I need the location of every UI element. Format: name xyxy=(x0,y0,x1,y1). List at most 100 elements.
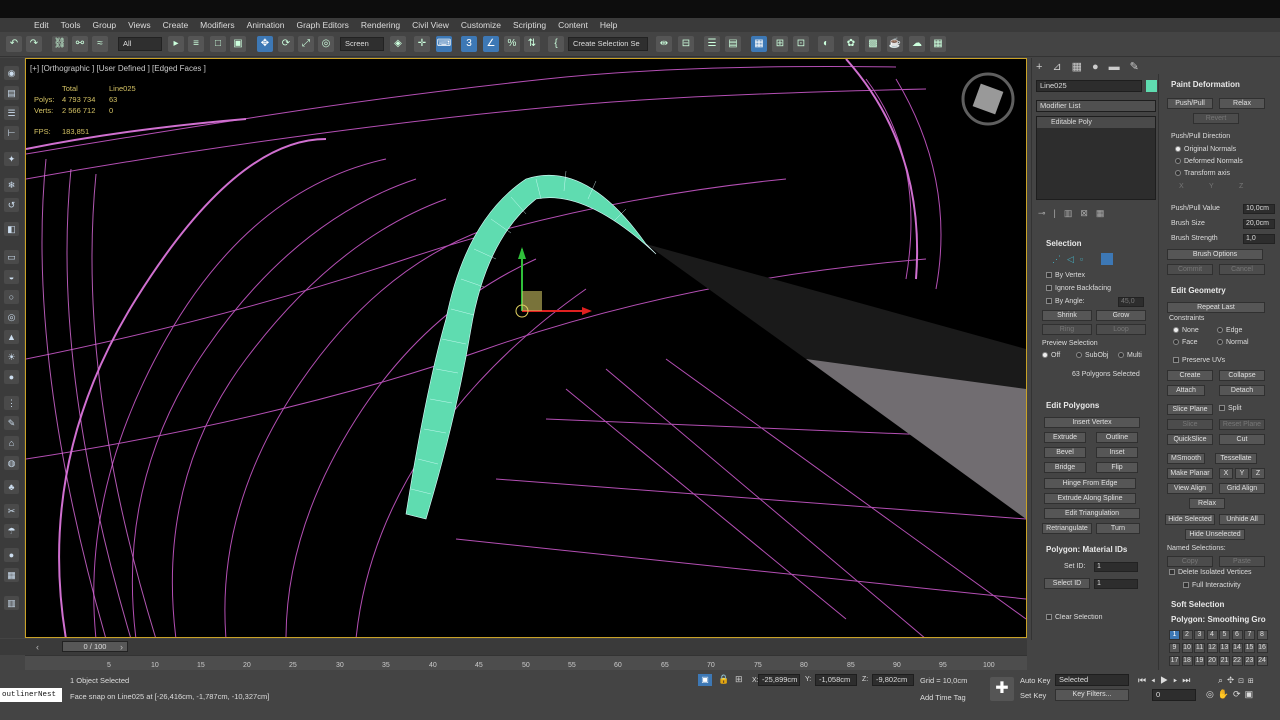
loop-button[interactable]: Loop xyxy=(1096,324,1146,335)
mirror-icon[interactable]: ⇹ xyxy=(656,36,672,52)
playback-controls[interactable]: ⏮◂▶▸⏭ xyxy=(1138,675,1195,686)
smoothing-group-button[interactable]: 12 xyxy=(1206,643,1218,653)
constraint-face-radio[interactable]: Face xyxy=(1173,339,1198,346)
constraint-edge-radio[interactable]: Edge xyxy=(1217,327,1242,334)
stack-tools[interactable]: ⊸|▥⊠▦ xyxy=(1038,208,1112,219)
tree-icon[interactable]: ♣ xyxy=(4,480,19,494)
smoothing-group-button[interactable]: 15 xyxy=(1244,643,1255,653)
key-mode-dropdown[interactable]: Selected xyxy=(1055,674,1129,686)
turn-button[interactable]: Turn xyxy=(1096,523,1140,534)
teapot-icon[interactable]: ● xyxy=(4,370,19,384)
selection-rollout-title[interactable]: Selection xyxy=(1046,239,1082,248)
original-normals-radio[interactable]: Original Normals xyxy=(1175,146,1236,153)
material-editor-icon[interactable]: ◐ xyxy=(818,36,834,52)
window-crossing-icon[interactable]: ▣ xyxy=(230,36,246,52)
rendered-frame-icon[interactable]: ▩ xyxy=(865,36,881,52)
select-manipulate-icon[interactable]: ✛ xyxy=(414,36,430,52)
paint-icon[interactable]: ✎ xyxy=(4,416,19,430)
y-coord-field[interactable]: -1,058cm xyxy=(815,674,857,686)
preview-multi-radio[interactable]: Multi xyxy=(1118,352,1142,359)
keyboard-shortcut-override-icon[interactable]: ⌨ xyxy=(436,36,452,52)
split-check[interactable]: Split xyxy=(1219,405,1242,412)
deformed-normals-radio[interactable]: Deformed Normals xyxy=(1175,158,1243,165)
named-selection-dropdown[interactable]: Create Selection Se xyxy=(568,37,648,51)
menu-content[interactable]: Content xyxy=(558,20,588,30)
smoothing-group-button[interactable]: 24 xyxy=(1256,656,1268,666)
clear-selection-check[interactable]: Clear Selection xyxy=(1046,614,1102,621)
hair-icon[interactable]: ✂ xyxy=(4,504,19,518)
smoothing-group-button[interactable]: 20 xyxy=(1206,656,1218,666)
modifier-stack[interactable]: Editable Poly xyxy=(1036,116,1156,200)
by-vertex-check[interactable]: By Vertex xyxy=(1046,272,1085,279)
hide-selected-button[interactable]: Hide Selected xyxy=(1165,514,1215,525)
paste-button[interactable]: Paste xyxy=(1219,556,1265,567)
slice-plane-button[interactable]: Slice Plane xyxy=(1167,404,1213,415)
smoothing-group-button[interactable]: 4 xyxy=(1206,630,1218,640)
menu-group[interactable]: Group xyxy=(93,20,117,30)
relax-button[interactable]: Relax xyxy=(1219,98,1265,109)
smoothing-group-button[interactable]: 8 xyxy=(1256,630,1268,640)
set-id-spinner[interactable]: 1 xyxy=(1094,562,1138,572)
smoothing-group-button[interactable]: 14 xyxy=(1231,643,1243,653)
container-icon[interactable]: ◧ xyxy=(4,222,19,236)
edit-named-sel-icon[interactable]: { xyxy=(548,36,564,52)
redo-icon[interactable]: ↷ xyxy=(26,36,42,52)
smoothing-group-button[interactable]: 2 xyxy=(1181,630,1193,640)
select-object-icon[interactable]: ▸ xyxy=(168,36,184,52)
constraint-none-radio[interactable]: None xyxy=(1173,327,1199,334)
menu-views[interactable]: Views xyxy=(128,20,151,30)
constraint-normal-radio[interactable]: Normal xyxy=(1217,339,1249,346)
relax-geo-button[interactable]: Relax xyxy=(1189,498,1225,509)
axis-x-radio[interactable]: X xyxy=(1179,183,1184,190)
key-filters-button[interactable]: Key Filters... xyxy=(1055,689,1129,701)
freeze-icon[interactable]: ❄ xyxy=(4,178,19,192)
menu-create[interactable]: Create xyxy=(163,20,189,30)
smoothing-group-button[interactable]: 10 xyxy=(1181,643,1193,653)
smoothing-group-button[interactable]: 18 xyxy=(1181,656,1193,666)
x-coord-field[interactable]: -25,899cm xyxy=(758,674,800,686)
percent-snap-icon[interactable]: % xyxy=(504,36,520,52)
link-icon[interactable]: ⛓ xyxy=(52,36,68,52)
smoothing-group-button[interactable]: 3 xyxy=(1194,630,1205,640)
calculator-icon[interactable]: ▦ xyxy=(4,568,19,582)
panel-icon[interactable]: ▥ xyxy=(4,596,19,610)
extrude-button[interactable]: Extrude xyxy=(1044,432,1086,443)
snap-toggle-icon[interactable]: 3 xyxy=(461,36,477,52)
menu-tools[interactable]: Tools xyxy=(61,20,81,30)
menu-civil-view[interactable]: Civil View xyxy=(412,20,449,30)
schematic-view-icon[interactable]: ⊡ xyxy=(793,36,809,52)
cloth-icon[interactable]: ☂ xyxy=(4,524,19,538)
time-slider-track[interactable] xyxy=(0,639,1027,655)
ring-button[interactable]: Ring xyxy=(1042,324,1092,335)
rotate-icon[interactable]: ⟳ xyxy=(278,36,294,52)
scene-explorer-icon[interactable]: ☰ xyxy=(704,36,720,52)
mesh-icon[interactable]: ⌂ xyxy=(4,436,19,450)
retriangulate-button[interactable]: Retriangulate xyxy=(1042,523,1092,534)
smoothing-group-button[interactable]: 13 xyxy=(1219,643,1230,653)
object-name-field[interactable]: Line025 xyxy=(1036,80,1142,92)
smoothing-group-button[interactable]: 6 xyxy=(1231,630,1243,640)
maxscript-listener-field[interactable]: outlinerNest xyxy=(0,688,62,702)
make-planar-x-button[interactable]: X xyxy=(1219,468,1233,479)
sphere-icon[interactable]: ○ xyxy=(4,290,19,304)
edit-triangulation-button[interactable]: Edit Triangulation xyxy=(1044,508,1140,519)
preview-off-radio[interactable]: Off xyxy=(1042,352,1060,359)
smoothing-group-button[interactable]: 7 xyxy=(1244,630,1255,640)
axis-y-radio[interactable]: Y xyxy=(1209,183,1214,190)
smoothing-group-button[interactable]: 11 xyxy=(1194,643,1205,653)
by-angle-check[interactable]: By Angle: xyxy=(1046,298,1085,305)
current-frame-field[interactable]: 0 xyxy=(1152,689,1196,701)
ref-coord-dropdown[interactable]: Screen xyxy=(340,37,384,51)
move-icon[interactable]: ✥ xyxy=(257,36,273,52)
revert-button[interactable]: Revert xyxy=(1193,113,1239,124)
hierarchy-icon[interactable]: ⊢ xyxy=(4,126,19,140)
stack-item-editable-poly[interactable]: Editable Poly xyxy=(1037,117,1155,128)
viewport-orthographic[interactable]: [+] [Orthographic ] [User Defined ] [Edg… xyxy=(25,58,1027,638)
grow-button[interactable]: Grow xyxy=(1096,310,1146,321)
insert-vertex-button[interactable]: Insert Vertex xyxy=(1044,417,1140,428)
full-interactivity-check[interactable]: Full Interactivity xyxy=(1183,582,1241,589)
modifier-list-dropdown[interactable]: Modifier List xyxy=(1036,100,1156,112)
smoothing-group-button[interactable]: 19 xyxy=(1194,656,1205,666)
sun-icon[interactable]: ☀ xyxy=(4,350,19,364)
smoothing-group-button[interactable]: 23 xyxy=(1244,656,1255,666)
